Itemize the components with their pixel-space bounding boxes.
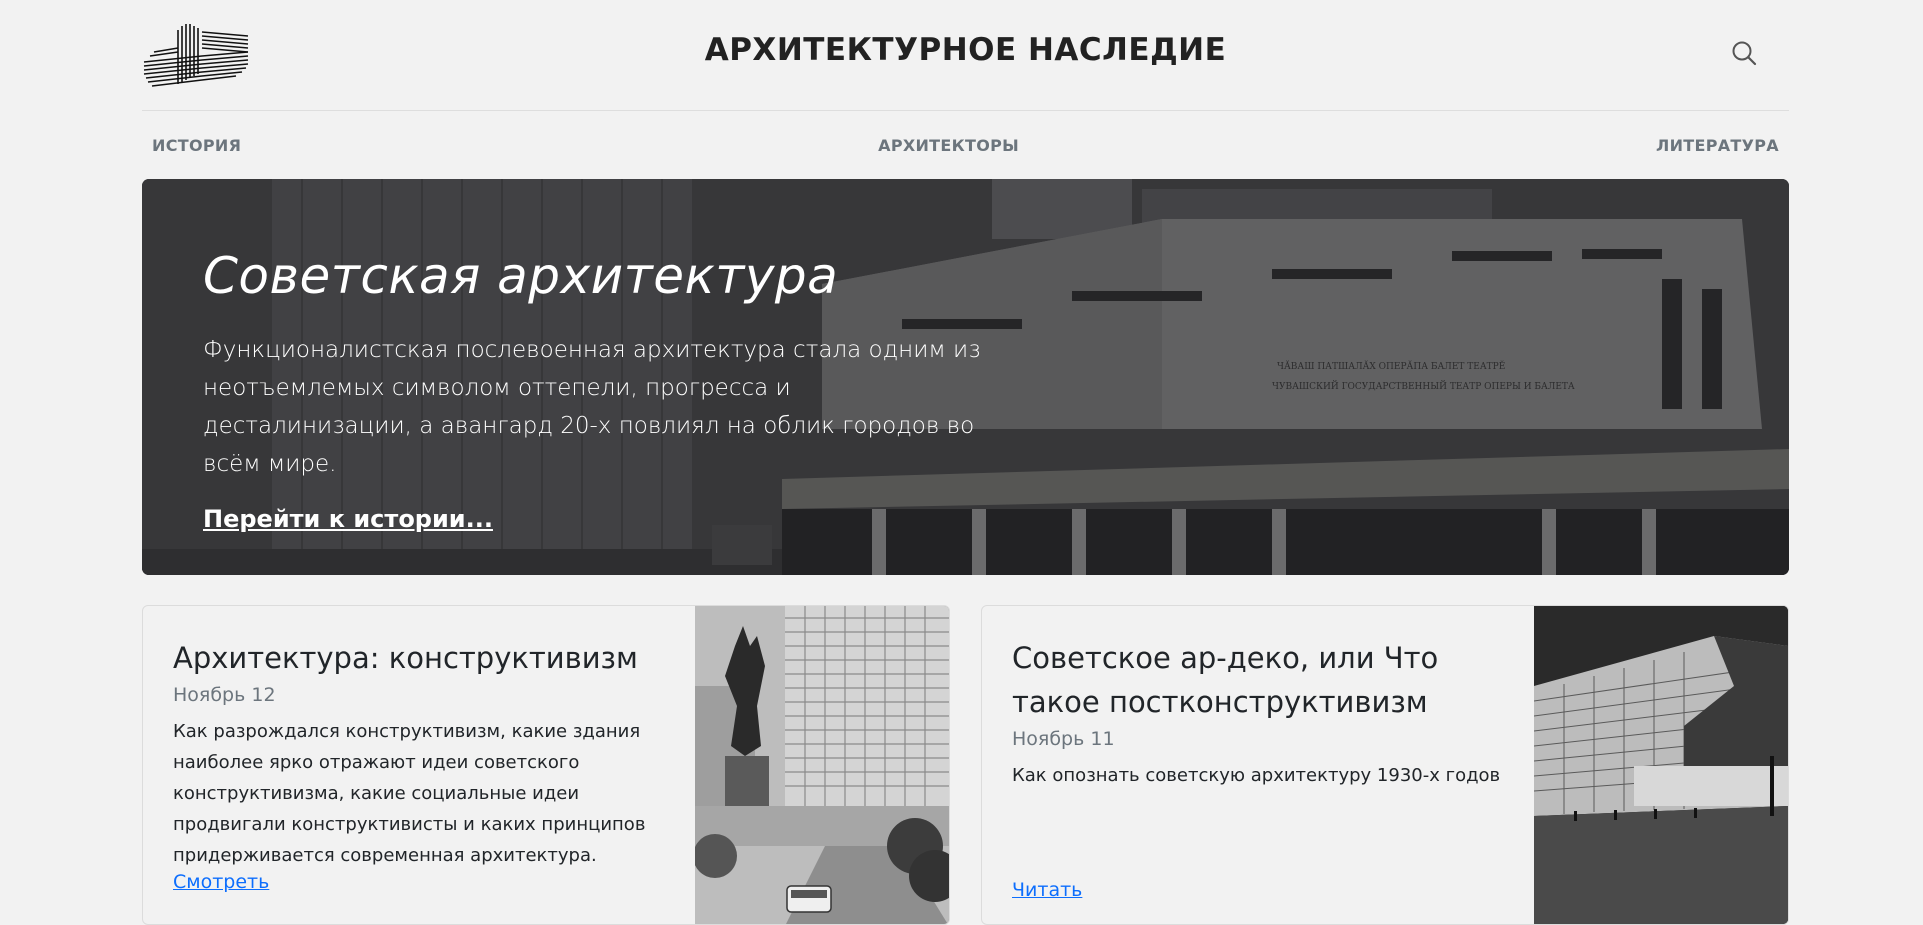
site-header: АРХИТЕКТУРНОЕ НАСЛЕДИЕ	[142, 0, 1789, 111]
art-deco-building-photo	[1534, 606, 1788, 924]
card-watch-link[interactable]: Смотреть	[173, 871, 269, 893]
hero-banner: ЧӐВАШ ПАТШАЛӐХ ОПЕРӐПА БАЛЕТ ТЕАТРӖ ЧУВА…	[142, 179, 1789, 575]
card-title: Советское ар-деко, или Что такое посткон…	[1012, 641, 1439, 719]
main-nav: ИСТОРИЯ АРХИТЕКТОРЫ ЛИТЕРАТУРА	[142, 111, 1789, 179]
card-read-link[interactable]: Читать	[1012, 879, 1082, 901]
card-body: Архитектура: конструктивизм Ноябрь 12 Ка…	[173, 636, 673, 924]
card-text: Как опознать советскую архитектуру 1930-…	[1012, 765, 1501, 786]
card-spacer	[1012, 791, 1512, 879]
featured-cards: Архитектура: конструктивизм Ноябрь 12 Ка…	[142, 605, 1789, 925]
card-date: Ноябрь 12	[173, 684, 276, 706]
card-title: Архитектура: конструктивизм	[173, 641, 638, 675]
site-title: АРХИТЕКТУРНОЕ НАСЛЕДИЕ	[704, 32, 1227, 68]
hero-read-link[interactable]: Перейти к истории...	[203, 505, 493, 533]
nav-item-history[interactable]: ИСТОРИЯ	[152, 136, 241, 155]
nav-item-literature[interactable]: ЛИТЕРАТУРА	[1656, 136, 1779, 155]
page-container: АРХИТЕКТУРНОЕ НАСЛЕДИЕ ИСТОРИЯ АРХИТЕКТО…	[142, 0, 1789, 925]
search-icon[interactable]	[1729, 38, 1759, 68]
card-date: Ноябрь 11	[1012, 728, 1115, 750]
card-body: Советское ар-деко, или Что такое посткон…	[1012, 636, 1512, 924]
card-text: Как разрождался конструктивизм, какие зд…	[173, 721, 646, 866]
article-card: Архитектура: конструктивизм Ноябрь 12 Ка…	[142, 605, 950, 925]
hero-title: Советская архитектура	[203, 247, 839, 305]
hero-text: Функционалистская послевоенная архитекту…	[203, 337, 981, 477]
hero-content: Советская архитектура Функционалистская …	[203, 247, 1003, 533]
constructivism-photo	[695, 606, 949, 924]
article-card: Советское ар-деко, или Что такое посткон…	[981, 605, 1789, 925]
nav-item-architects[interactable]: АРХИТЕКТОРЫ	[878, 136, 1019, 155]
